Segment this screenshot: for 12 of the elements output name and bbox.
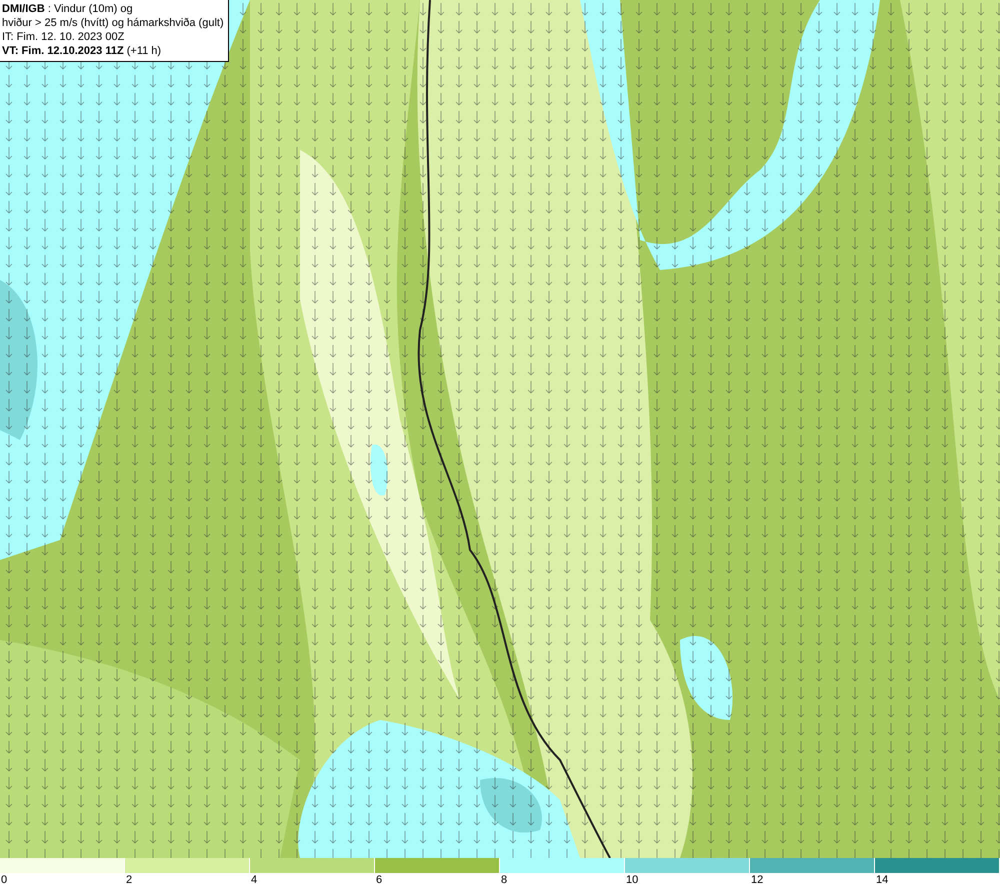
scale-label: 14 bbox=[876, 874, 888, 886]
scale-label: 10 bbox=[626, 874, 638, 886]
scale-label: 12 bbox=[751, 874, 764, 886]
title-line: IT: Fim. 12. 10. 2023 00Z bbox=[2, 30, 126, 44]
scale-label: 2 bbox=[126, 874, 132, 886]
scale-label: 8 bbox=[501, 874, 508, 886]
scale-label: 6 bbox=[376, 874, 382, 886]
title-line: VT: Fim. 12.10.2023 11Z (+11 h) bbox=[2, 44, 162, 58]
scale-label: 0 bbox=[1, 874, 8, 886]
scale-label: 4 bbox=[251, 874, 258, 886]
title-line: hviður > 25 m/s (hvítt) og hámarkshviða (gult) bbox=[2, 16, 224, 30]
title-line: DMI/IGB : Vindur (10m) og bbox=[2, 2, 134, 16]
